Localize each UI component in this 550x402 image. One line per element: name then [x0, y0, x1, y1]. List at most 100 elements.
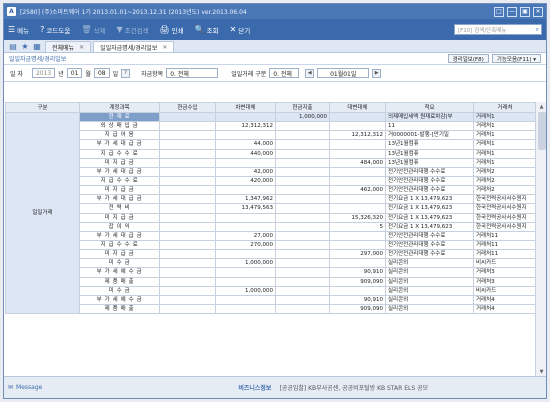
account-cell[interactable]: 부 가 세 대 급 금 — [79, 166, 160, 177]
credit-transfer-cell[interactable] — [329, 258, 386, 269]
cash-out-cell[interactable] — [275, 121, 330, 132]
debit-transfer-cell[interactable] — [215, 249, 276, 260]
credit-transfer-cell[interactable]: 5 — [329, 221, 386, 232]
vendor-cell[interactable]: 거래처11 — [473, 239, 535, 251]
account-cell[interactable]: 미 수 금 — [79, 285, 160, 296]
tab-all-menu[interactable]: 전체메뉴 ✕ — [45, 41, 92, 52]
close-icon[interactable]: ✕ — [533, 6, 543, 17]
account-cell[interactable]: 제 품 매 출 — [79, 276, 160, 287]
debit-transfer-cell[interactable] — [215, 294, 276, 305]
delete-button[interactable]: 🗑 삭제 — [81, 25, 105, 35]
table-row[interactable]: 미 지 급 금 462,000 전기안전관리대행 수수료 거래처2 — [6, 185, 535, 196]
memo-cell[interactable]: 전기요금 1 X 13,479,623 — [385, 212, 474, 223]
table-row[interactable]: 지 급 어 음 12,312,312 거0000001-발행-[만기일 거래처1 — [6, 130, 535, 141]
account-cell[interactable]: 외 상 매 입 금 — [79, 121, 160, 132]
cash-out-cell[interactable] — [275, 221, 330, 232]
debit-transfer-cell[interactable] — [215, 111, 276, 123]
cash-out-cell[interactable] — [275, 258, 330, 269]
credit-transfer-cell[interactable] — [329, 239, 386, 251]
vendor-cell[interactable]: 비씨카드 — [473, 258, 535, 269]
credit-transfer-cell[interactable]: 909,090 — [329, 276, 386, 287]
cash-out-cell[interactable] — [275, 139, 330, 150]
account-cell[interactable]: 미 지 급 금 — [79, 249, 160, 260]
debit-transfer-cell[interactable]: 440,000 — [215, 148, 276, 159]
cash-in-cell[interactable] — [159, 303, 216, 315]
debit-transfer-cell[interactable]: 12,312,312 — [215, 121, 276, 132]
credit-transfer-cell[interactable]: 90,910 — [329, 294, 386, 305]
credit-transfer-cell[interactable] — [329, 175, 386, 187]
cash-out-cell[interactable] — [275, 166, 330, 177]
vendor-cell[interactable]: 거래처1 — [473, 130, 535, 141]
account-cell[interactable]: 잡 이 익 — [79, 221, 160, 232]
col-header[interactable]: 계정과목 — [79, 102, 160, 113]
tab-daily-funds[interactable]: 일일자금명세/경리일보 ✕ — [93, 41, 175, 52]
cash-out-cell[interactable] — [275, 194, 330, 205]
account-cell[interactable]: 부 가 세 대 급 금 — [79, 139, 160, 150]
debit-transfer-cell[interactable] — [215, 221, 276, 232]
credit-transfer-cell[interactable] — [329, 111, 386, 123]
memo-cell[interactable]: 실리콘외 — [385, 276, 474, 287]
vendor-cell[interactable]: 거래처2 — [473, 166, 535, 177]
cash-in-cell[interactable] — [159, 239, 216, 251]
memo-cell[interactable]: 전기요금 1 X 13,479,623 — [385, 203, 474, 214]
table-row[interactable]: 부 가 세 대 급 금 44,000 13년1월컴퓨 거래처1 — [6, 139, 535, 150]
memo-cell[interactable]: 전기요금 1 X 13,479,623 — [385, 194, 474, 205]
vendor-cell[interactable]: 비씨카드 — [473, 285, 535, 296]
cash-out-cell[interactable] — [275, 285, 330, 296]
debit-transfer-cell[interactable]: 1,347,962 — [215, 194, 276, 205]
vendor-cell[interactable]: 거래처4 — [473, 294, 535, 305]
month-field[interactable]: 01 — [66, 68, 83, 78]
subject-select[interactable]: 0. 전체 — [166, 68, 219, 78]
year-field[interactable]: 2013 — [31, 68, 56, 78]
cash-out-cell[interactable] — [275, 148, 330, 159]
daily-type-select[interactable]: 0. 전체 — [269, 68, 300, 78]
vendor-cell[interactable]: 한국전력공사서수원지 — [473, 212, 535, 223]
cash-in-cell[interactable] — [159, 203, 216, 214]
cash-in-cell[interactable] — [159, 111, 216, 123]
code-help-button[interactable]: ? 코드도움 — [40, 25, 70, 35]
cash-out-cell[interactable] — [275, 175, 330, 187]
table-row[interactable]: 미 지 급 금 15,326,320 전기요금 1 X 13,479,623 한국전력… — [6, 212, 535, 223]
col-header[interactable]: 차변대체 — [215, 102, 276, 113]
cash-in-cell[interactable] — [159, 121, 216, 132]
cash-out-cell[interactable] — [275, 230, 330, 241]
account-cell[interactable]: 미 지 급 금 — [79, 185, 160, 196]
col-header[interactable]: 적요 — [385, 102, 474, 113]
date-help-button[interactable]: ? — [121, 68, 131, 78]
memo-cell[interactable]: 의제매입세액 원재료차감(부 — [385, 111, 474, 123]
memo-cell[interactable]: 전기안전관리대행 수수료 — [385, 166, 474, 177]
scroll-up-icon[interactable]: ▲ — [536, 102, 546, 111]
cash-in-cell[interactable] — [159, 267, 216, 278]
vendor-cell[interactable]: 거래처4 — [473, 303, 535, 315]
account-cell[interactable]: 부 가 세 대 급 금 — [79, 194, 160, 205]
memo-cell[interactable]: 실리콘외 — [385, 303, 474, 315]
account-cell[interactable]: 부 가 세 대 급 금 — [79, 230, 160, 241]
cash-in-cell[interactable] — [159, 139, 216, 150]
debit-transfer-cell[interactable] — [215, 276, 276, 287]
table-row[interactable]: 부 가 세 대 급 금 42,000 전기안전관리대행 수수료 거래처2 — [6, 166, 535, 177]
cash-out-cell[interactable] — [275, 303, 330, 315]
table-row[interactable]: 지 급 수 수 료 270,000 전기안전관리대행 수수료 거래처11 — [6, 239, 535, 251]
prev-period-button[interactable]: ◀ — [305, 68, 315, 78]
memo-cell[interactable]: 전기안전관리대행 수수료 — [385, 230, 474, 241]
credit-transfer-cell[interactable]: 484,000 — [329, 157, 386, 168]
memo-cell[interactable]: 전기안전관리대행 수수료 — [385, 185, 474, 196]
debit-transfer-cell[interactable]: 42,000 — [215, 166, 276, 177]
credit-transfer-cell[interactable] — [329, 139, 386, 150]
credit-transfer-cell[interactable]: 909,090 — [329, 303, 386, 315]
table-row[interactable]: 지 급 수 수 료 420,000 전기안전관리대행 수수료 거래처2 — [6, 175, 535, 187]
credit-transfer-cell[interactable] — [329, 166, 386, 177]
cash-in-cell[interactable] — [159, 285, 216, 296]
vendor-cell[interactable]: 한국전력공사서수원지 — [473, 194, 535, 205]
credit-transfer-cell[interactable] — [329, 285, 386, 296]
next-period-button[interactable]: ▶ — [372, 68, 382, 78]
cash-out-cell[interactable] — [275, 157, 330, 168]
account-cell[interactable]: 지 급 수 수 료 — [79, 175, 160, 187]
memo-cell[interactable]: 13년1월컴퓨 — [385, 148, 474, 159]
table-row[interactable]: 전 력 비 13,479,563 전기요금 1 X 13,479,623 한국전력공사… — [6, 203, 535, 214]
credit-transfer-cell[interactable]: 462,000 — [329, 185, 386, 196]
credit-transfer-cell[interactable]: 15,326,320 — [329, 212, 386, 223]
restore-icon[interactable]: □ — [494, 6, 504, 17]
vendor-cell[interactable]: 거래처2 — [473, 175, 535, 187]
memo-cell[interactable]: 13년1월컴퓨 — [385, 157, 474, 168]
